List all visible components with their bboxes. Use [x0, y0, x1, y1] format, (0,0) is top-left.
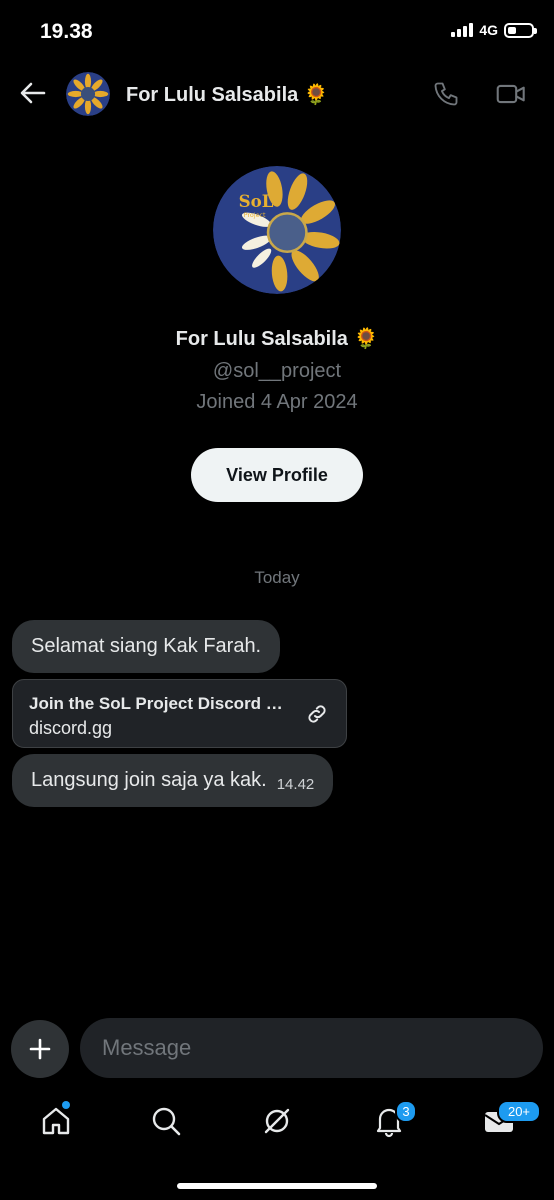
message-bubble[interactable]: Langsung join saja ya kak. 14.42 [12, 754, 334, 807]
signal-icon [451, 23, 474, 37]
messages-badge: 20+ [497, 1100, 541, 1123]
conversation-title[interactable]: For Lulu Salsabila 🌻 [126, 82, 329, 107]
profile-handle: @sol__project [212, 360, 342, 382]
network-type: 4G [479, 22, 498, 38]
message-bubble[interactable]: Selamat siang Kak Farah. [12, 620, 281, 673]
notifications-badge: 3 [395, 1100, 417, 1123]
link-title: Join the SoL Project Discord Server! [29, 694, 289, 713]
back-arrow-icon[interactable] [18, 78, 48, 108]
plus-icon [29, 1038, 51, 1060]
home-notification-dot [62, 1101, 70, 1109]
sunflower-logo-icon: SoL Project [213, 166, 341, 294]
status-time: 19.38 [40, 20, 93, 43]
add-media-button[interactable] [11, 1020, 69, 1078]
search-icon[interactable] [149, 1104, 183, 1138]
home-indicator [177, 1183, 377, 1189]
video-call-icon[interactable] [496, 80, 526, 108]
date-divider: Today [254, 568, 300, 587]
link-preview-card[interactable]: Join the SoL Project Discord Server! dis… [12, 679, 347, 748]
sunflower-avatar-icon [66, 72, 110, 116]
status-indicators: 4G [451, 22, 537, 38]
message-text: Selamat siang Kak Farah. [31, 635, 262, 657]
view-profile-button[interactable]: View Profile [191, 448, 363, 502]
message-timestamp: 14.42 [276, 776, 315, 793]
profile-name: For Lulu Salsabila 🌻 [175, 328, 379, 350]
message-text: Langsung join saja ya kak. [31, 769, 267, 791]
profile-joined-date: Joined 4 Apr 2024 [196, 391, 358, 413]
battery-icon [504, 22, 537, 38]
header-avatar[interactable] [66, 72, 110, 116]
svg-text:SoL: SoL [239, 191, 274, 211]
home-icon[interactable] [39, 1104, 73, 1138]
phone-icon[interactable] [432, 80, 460, 108]
message-input[interactable] [80, 1018, 543, 1078]
grok-icon[interactable] [260, 1104, 294, 1138]
link-domain: discord.gg [29, 718, 113, 738]
link-icon [308, 705, 326, 723]
svg-text:Project: Project [244, 211, 266, 219]
profile-avatar[interactable]: SoL Project [213, 166, 341, 294]
